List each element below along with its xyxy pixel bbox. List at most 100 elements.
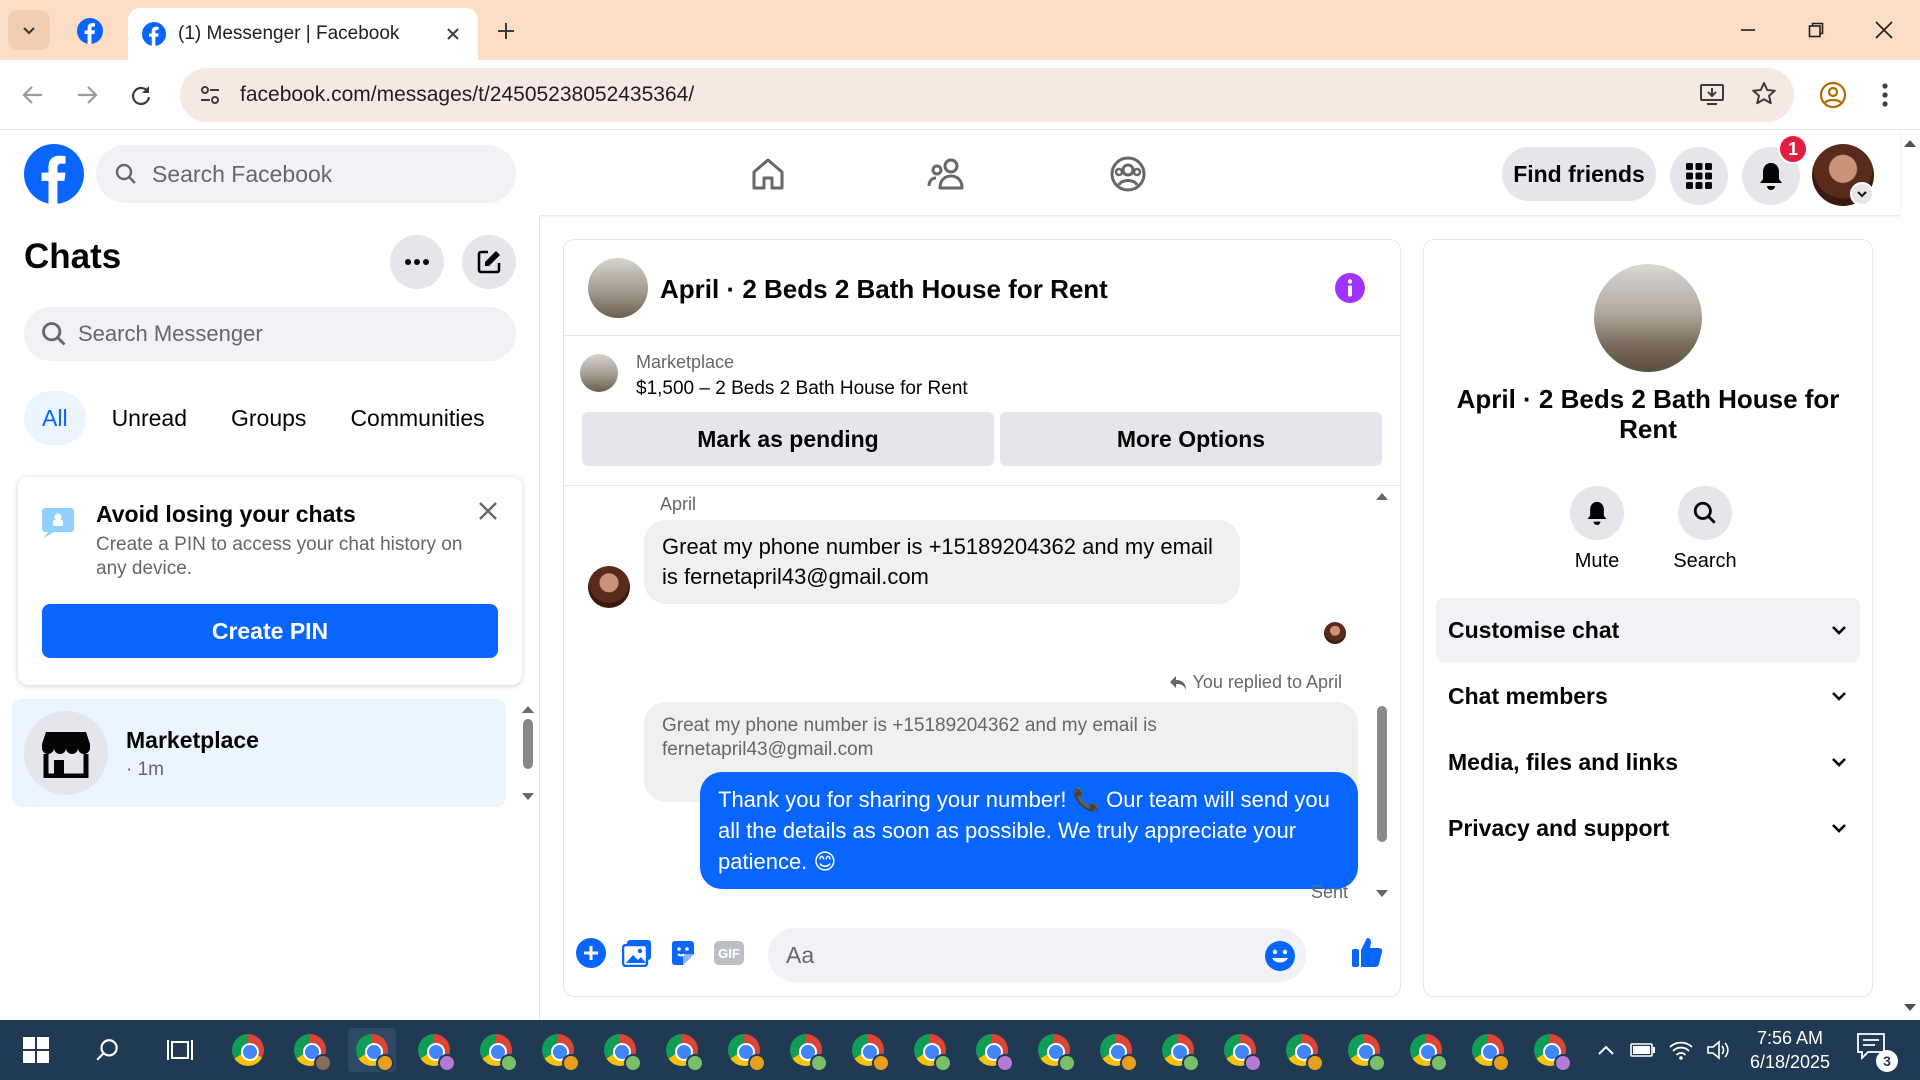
- filter-tab-groups[interactable]: Groups: [213, 391, 324, 445]
- tab-close-button[interactable]: [442, 23, 464, 45]
- browser-menu-button[interactable]: [1864, 74, 1906, 116]
- mark-as-pending-button[interactable]: Mark as pending: [582, 412, 994, 466]
- nav-home[interactable]: [738, 145, 798, 203]
- taskbar-chrome-profile[interactable]: [658, 1028, 706, 1072]
- taskbar-chrome-profile[interactable]: [1278, 1028, 1326, 1072]
- details-avatar[interactable]: [1594, 264, 1702, 372]
- minimize-button[interactable]: [1714, 0, 1782, 60]
- more-options-button[interactable]: More Options: [1000, 412, 1382, 466]
- find-friends-button[interactable]: Find friends: [1502, 147, 1656, 201]
- mute-action[interactable]: Mute: [1552, 486, 1642, 573]
- message-input[interactable]: [786, 941, 1226, 969]
- battery-status[interactable]: [1624, 1028, 1662, 1072]
- close-window-button[interactable]: [1850, 0, 1918, 60]
- volume-control[interactable]: [1700, 1028, 1738, 1072]
- forward-button[interactable]: [66, 74, 108, 116]
- task-view-button[interactable]: [156, 1028, 204, 1072]
- taskbar-chrome-profile[interactable]: [1092, 1028, 1140, 1072]
- conversation-scrollbar[interactable]: [1370, 486, 1394, 906]
- active-tab[interactable]: (1) Messenger | Facebook: [128, 8, 478, 60]
- facebook-search[interactable]: [96, 145, 516, 203]
- chrome-icon: [914, 1034, 952, 1072]
- mute-button[interactable]: [1570, 486, 1624, 540]
- taskbar-chrome-profile[interactable]: [1216, 1028, 1264, 1072]
- conversation-info-button[interactable]: [1334, 272, 1366, 304]
- listing-thumbnail[interactable]: [580, 354, 618, 392]
- conversation-avatar[interactable]: [588, 258, 648, 318]
- new-message-button[interactable]: [462, 235, 516, 289]
- taskbar-chrome-profile[interactable]: [782, 1028, 830, 1072]
- taskbar-chrome-profile[interactable]: [596, 1028, 644, 1072]
- new-tab-button[interactable]: [486, 12, 526, 50]
- gif-button[interactable]: GIF: [712, 936, 746, 970]
- account-menu-button[interactable]: [1850, 182, 1874, 206]
- more-actions-button[interactable]: [574, 936, 608, 970]
- messenger-search[interactable]: [24, 307, 516, 361]
- section-customise-chat[interactable]: Customise chat: [1436, 598, 1860, 662]
- search-action[interactable]: Search: [1660, 486, 1750, 573]
- attach-photo-button[interactable]: [620, 936, 654, 970]
- conversation-title[interactable]: April · 2 Beds 2 Bath House for Rent: [660, 274, 1108, 305]
- taskbar-clock[interactable]: 7:56 AM 6/18/2025: [1740, 1026, 1840, 1074]
- facebook-logo[interactable]: [24, 144, 84, 204]
- nav-friends[interactable]: [918, 145, 978, 203]
- taskbar-chrome-profile[interactable]: [844, 1028, 892, 1072]
- taskbar-chrome-profile[interactable]: [1402, 1028, 1450, 1072]
- taskbar-search-button[interactable]: [84, 1028, 132, 1072]
- nav-groups[interactable]: [1098, 145, 1158, 203]
- pin-reminder-card: Avoid losing your chats Create a PIN to …: [18, 477, 522, 685]
- taskbar-chrome-profile[interactable]: [534, 1028, 582, 1072]
- section-privacy-support[interactable]: Privacy and support: [1436, 796, 1860, 860]
- network-status[interactable]: [1662, 1028, 1700, 1072]
- taskbar-chrome-profile[interactable]: [348, 1028, 396, 1072]
- taskbar-chrome-profile[interactable]: [1464, 1028, 1512, 1072]
- search-in-chat-button[interactable]: [1678, 486, 1732, 540]
- messenger-search-input[interactable]: [78, 321, 498, 347]
- filter-tab-communities[interactable]: Communities: [332, 391, 502, 445]
- outgoing-message[interactable]: Thank you for sharing your number! 📞 Our…: [700, 772, 1358, 889]
- tab-search-button[interactable]: [8, 10, 50, 50]
- reload-button[interactable]: [120, 74, 162, 116]
- incoming-message[interactable]: Great my phone number is +15189204362 an…: [644, 520, 1240, 604]
- taskbar-chrome-profile[interactable]: [1154, 1028, 1202, 1072]
- taskbar-chrome-profile[interactable]: [968, 1028, 1016, 1072]
- taskbar-chrome-profile[interactable]: [906, 1028, 954, 1072]
- address-bar[interactable]: facebook.com/messages/t/2450523805243536…: [180, 68, 1794, 122]
- taskbar-chrome-profile[interactable]: [472, 1028, 520, 1072]
- chat-list-item[interactable]: Marketplace · 1m: [12, 699, 506, 807]
- taskbar-chrome[interactable]: [224, 1028, 272, 1072]
- chrome-profile-button[interactable]: [1812, 74, 1854, 116]
- section-chat-members[interactable]: Chat members: [1436, 664, 1860, 728]
- filter-tab-unread[interactable]: Unread: [94, 391, 205, 445]
- chat-list-scrollbar[interactable]: [518, 703, 538, 803]
- install-app-icon[interactable]: [1698, 80, 1726, 108]
- start-button[interactable]: [12, 1028, 60, 1072]
- facebook-search-input[interactable]: [152, 160, 482, 188]
- emoji-button[interactable]: [1264, 940, 1296, 972]
- taskbar-chrome-profile[interactable]: [1030, 1028, 1078, 1072]
- taskbar-chrome-profile[interactable]: [720, 1028, 768, 1072]
- bookmark-star-icon[interactable]: [1750, 80, 1778, 108]
- restore-button[interactable]: [1782, 0, 1850, 60]
- chrome-icon: [480, 1034, 518, 1072]
- chat-lock-icon: [40, 505, 78, 539]
- taskbar-chrome-profile[interactable]: [286, 1028, 334, 1072]
- section-media-files-links[interactable]: Media, files and links: [1436, 730, 1860, 794]
- taskbar-chrome-profile[interactable]: [410, 1028, 458, 1072]
- taskbar-chrome-profile[interactable]: [1340, 1028, 1388, 1072]
- page-scrollbar[interactable]: [1900, 131, 1920, 1020]
- show-hidden-icons-button[interactable]: [1586, 1028, 1626, 1072]
- message-input-wrapper[interactable]: [768, 928, 1306, 982]
- sticker-button[interactable]: [666, 936, 700, 970]
- listing-title[interactable]: $1,500 – 2 Beds 2 Bath House for Rent: [636, 378, 968, 400]
- taskbar-chrome-profile[interactable]: [1526, 1028, 1574, 1072]
- back-button[interactable]: [12, 74, 54, 116]
- filter-tab-all[interactable]: All: [24, 391, 86, 445]
- menu-button[interactable]: [1670, 147, 1728, 205]
- chat-options-button[interactable]: [390, 235, 444, 289]
- dismiss-pin-card-button[interactable]: [472, 495, 504, 527]
- send-like-button[interactable]: [1348, 932, 1388, 972]
- pinned-facebook-tab[interactable]: [66, 10, 114, 52]
- sender-avatar[interactable]: [588, 566, 630, 608]
- create-pin-button[interactable]: Create PIN: [42, 604, 498, 658]
